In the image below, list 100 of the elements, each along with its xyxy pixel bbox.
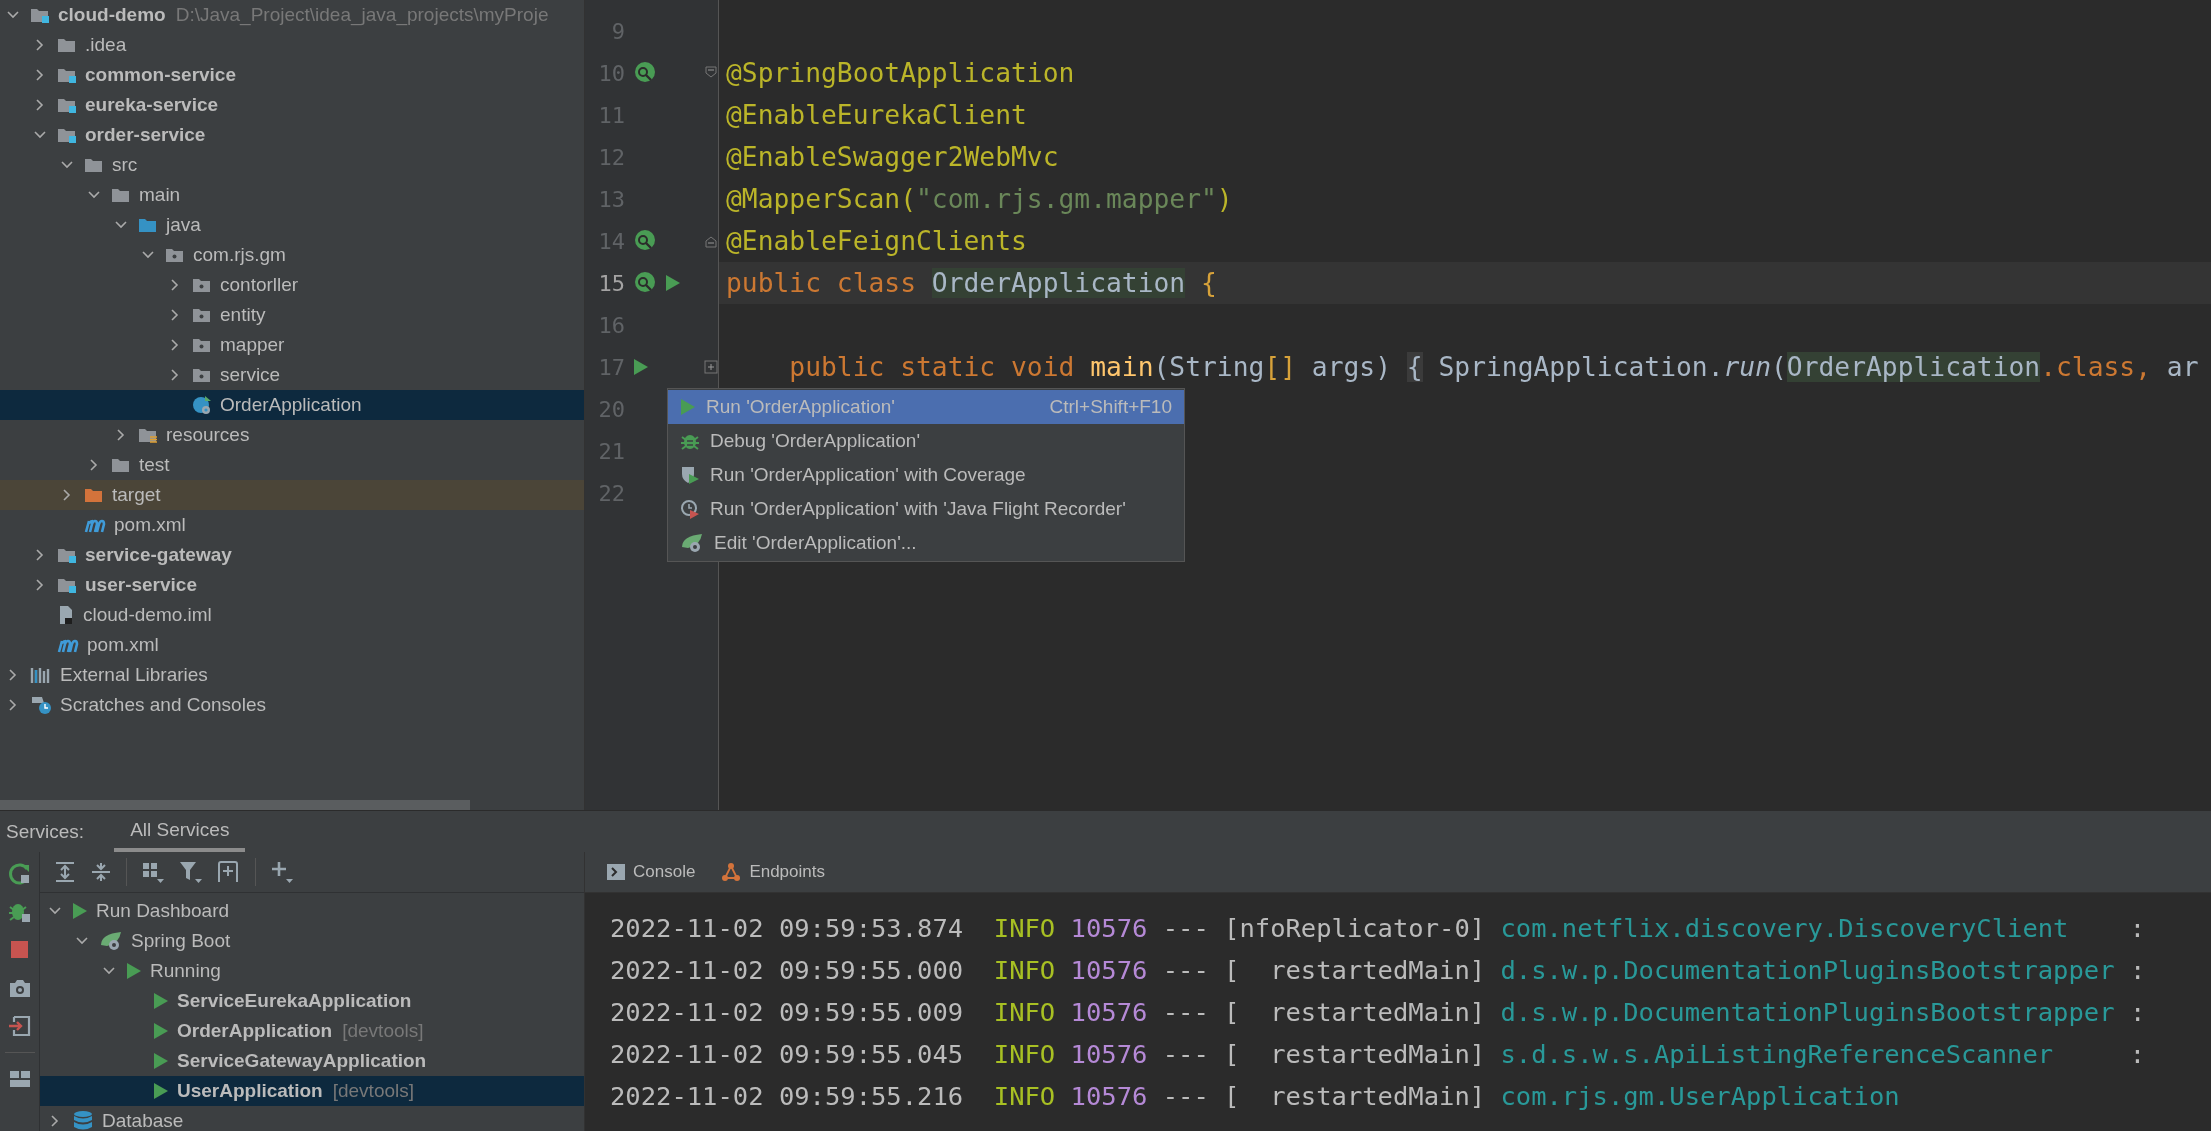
note-text: [devtools]	[342, 1020, 424, 1042]
logger-name-text: com.rjs.gm.UserApplication	[1500, 1081, 1901, 1111]
tree-item[interactable]: Run Dashboard	[40, 896, 584, 926]
timestamp-text: 2022-11-02 09:59:55.216	[610, 1081, 964, 1111]
thread-name-text: [ restartedMain]	[1224, 1039, 1486, 1069]
process-id-text: 10576	[1070, 913, 1148, 943]
play-icon	[126, 962, 142, 980]
tab[interactable]: Endpoints	[711, 852, 835, 892]
process-id-text: 10576	[1070, 955, 1148, 985]
menu-item[interactable]: Run 'OrderApplication' with Coverage	[668, 458, 1184, 492]
path-text: D:\Java_Project\idea_java_projects\myProje	[175, 4, 549, 26]
tree-item[interactable]: test	[0, 450, 584, 480]
add-icon[interactable]	[270, 860, 294, 884]
tree-item[interactable]: user-service	[0, 570, 584, 600]
folder-icon	[111, 186, 131, 204]
timestamp-text: 2022-11-02 09:59:55.000	[610, 955, 964, 985]
tree-item[interactable]: Database	[40, 1106, 584, 1131]
play-icon	[72, 902, 88, 920]
tree-item[interactable]: mapper	[0, 330, 584, 360]
shield-icon	[680, 465, 700, 485]
line-number: 15	[597, 270, 625, 296]
tree-item[interactable]: main	[0, 180, 584, 210]
tree-item[interactable]: cloud-demo.iml	[0, 600, 584, 630]
tree-item[interactable]: cloud-demo D:\Java_Project\idea_java_projects\myProje	[0, 0, 584, 30]
menu-item[interactable]: Debug 'OrderApplication'	[668, 424, 1184, 458]
tree-item[interactable]: resources	[0, 420, 584, 450]
spring-icon	[680, 533, 704, 553]
tree-item[interactable]: entity	[0, 300, 584, 330]
tree-item[interactable]: .idea	[0, 30, 584, 60]
tree-item[interactable]: OrderApplication	[0, 390, 584, 420]
library-icon	[30, 666, 52, 684]
log-level-text: INFO	[993, 955, 1056, 985]
folder-icon	[111, 456, 131, 474]
tree-item[interactable]: order-service	[0, 120, 584, 150]
play-icon	[153, 1022, 169, 1040]
play-icon	[153, 992, 169, 1010]
panel-title: Services:	[5, 819, 86, 844]
separator-text: ---	[1162, 1081, 1209, 1111]
tree-item[interactable]: java	[0, 210, 584, 240]
code-line: public static void main(String[] args) { SpringApplication.run(OrderApplication.class, ar	[788, 351, 2200, 384]
rerun-icon[interactable]	[7, 862, 32, 886]
code-line: @EnableEurekaClient	[725, 99, 1028, 132]
shortcut-label: Ctrl+Shift+F10	[1049, 396, 1172, 418]
thread-name-text: [nfoReplicator-0]	[1224, 913, 1486, 943]
tree-item[interactable]: target	[0, 480, 584, 510]
tree-item[interactable]: common-service	[0, 60, 584, 90]
tree-item[interactable]: Running	[40, 956, 584, 986]
fold-marker-icon[interactable]	[704, 359, 718, 375]
tree-item[interactable]: UserApplication [devtools]	[40, 1076, 584, 1106]
tree-item[interactable]: Spring Boot	[40, 926, 584, 956]
new-tab-icon[interactable]	[217, 860, 241, 884]
tree-item[interactable]: service	[0, 360, 584, 390]
menu-item[interactable]: Run 'OrderApplication' with 'Java Flight Recorder'	[668, 492, 1184, 526]
tree-item[interactable]: pom.xml	[0, 510, 584, 540]
note-text: [devtools]	[332, 1080, 415, 1102]
folder-icon	[57, 36, 77, 54]
separator-text: ---	[1162, 1039, 1209, 1069]
spring-icon	[99, 931, 123, 951]
menu-item[interactable]: Edit 'OrderApplication'...	[668, 526, 1184, 560]
terminal-icon	[607, 864, 625, 880]
play-icon	[153, 1052, 169, 1070]
tab[interactable]: Console	[597, 852, 706, 892]
scrollbar[interactable]	[0, 800, 470, 810]
package-icon	[192, 366, 212, 384]
exit-icon[interactable]	[7, 1014, 32, 1038]
tree-item[interactable]: ServiceGatewayApplication	[40, 1046, 584, 1076]
collapse-all-icon[interactable]	[90, 861, 112, 883]
log-level-text: INFO	[993, 997, 1056, 1027]
separator-text: ---	[1162, 997, 1209, 1027]
tree-item[interactable]: contorller	[0, 270, 584, 300]
run-icon[interactable]	[665, 274, 681, 292]
package-icon	[192, 336, 212, 354]
filter-icon[interactable]	[179, 860, 203, 884]
colon-text: :	[2129, 913, 2146, 943]
tree-item[interactable]: OrderApplication [devtools]	[40, 1016, 584, 1046]
tree-item[interactable]: External Libraries	[0, 660, 584, 690]
logger-name-text: d.s.w.p.DocumentationPluginsBootstrapper	[1500, 997, 2115, 1027]
tree-item[interactable]: service-gateway	[0, 540, 584, 570]
log-level-text: INFO	[993, 1039, 1056, 1069]
package-icon	[165, 246, 185, 264]
tree-item[interactable]: eureka-service	[0, 90, 584, 120]
separator-text: ---	[1162, 913, 1209, 943]
separator-text: ---	[1162, 955, 1209, 985]
group-icon[interactable]	[141, 860, 165, 884]
colon-text: :	[2129, 955, 2146, 985]
class-icon	[192, 395, 212, 415]
tree-item[interactable]: src	[0, 150, 584, 180]
folder-icon	[84, 486, 104, 504]
logger-name-text: com.netflix.discovery.DiscoveryClient	[1500, 913, 2070, 943]
tree-item[interactable]: ServiceEurekaApplication	[40, 986, 584, 1016]
tree-item[interactable]: com.rjs.gm	[0, 240, 584, 270]
timestamp-text: 2022-11-02 09:59:55.045	[610, 1039, 964, 1069]
tree-item[interactable]: pom.xml	[0, 630, 584, 660]
run-icon[interactable]	[633, 358, 649, 376]
clock-icon	[680, 499, 700, 519]
expand-all-icon[interactable]	[54, 861, 76, 883]
thread-name-text: [ restartedMain]	[1224, 955, 1486, 985]
timestamp-text: 2022-11-02 09:59:53.874	[610, 913, 964, 943]
tree-item[interactable]: Scratches and Consoles	[0, 690, 584, 720]
thread-name-text: [ restartedMain]	[1224, 997, 1486, 1027]
